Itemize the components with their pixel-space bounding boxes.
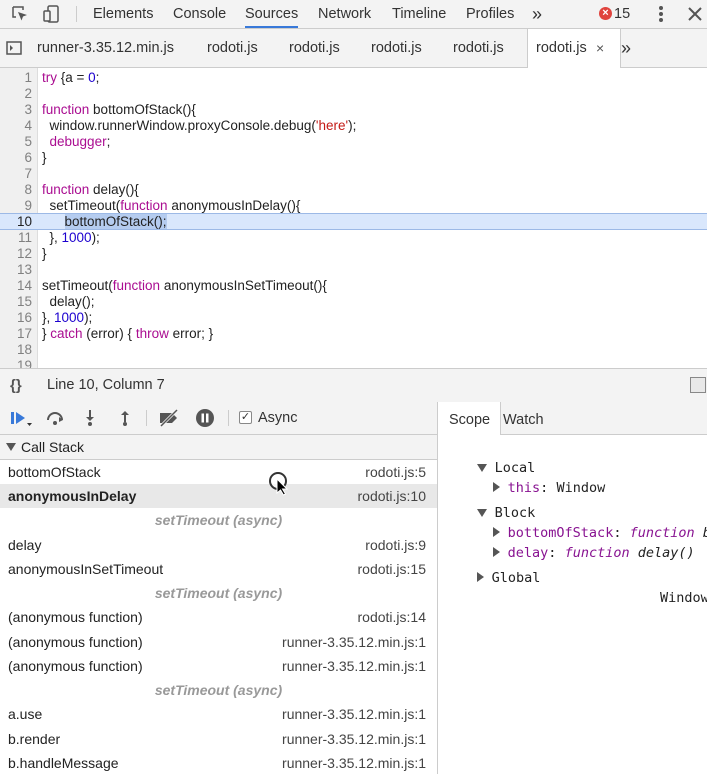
deactivate-breakpoints-icon[interactable]	[156, 402, 182, 434]
editor-status-bar: {} Line 10, Column 7	[0, 368, 707, 403]
code-line: 14 setTimeout(function anonymousInSetTime…	[16, 278, 327, 293]
property-value: Window	[556, 480, 606, 496]
code-line: 5 debugger;	[24, 134, 111, 149]
code-line: 13	[16, 262, 32, 277]
toolbar-divider	[146, 410, 147, 426]
call-frame[interactable]: (anonymous function) runner-3.35.12.min.j…	[0, 630, 437, 654]
tab-timeline[interactable]: Timeline	[392, 0, 446, 28]
resume-icon[interactable]	[8, 402, 34, 434]
scope-property-this[interactable]: this: Window	[460, 458, 605, 496]
tab-console[interactable]: Console	[173, 0, 226, 28]
debugger-toolbar: ✓ Async	[0, 402, 437, 435]
scope-block-section[interactable]: Block	[444, 483, 535, 521]
async-separator: setTimeout (async)	[154, 585, 283, 601]
code-editor[interactable]: 1 try {a = 0; 2 3 function bottomOfStack()…	[0, 68, 707, 368]
call-frame[interactable]: a.use runner-3.35.12.min.js:1	[0, 702, 437, 726]
current-execution-line: 10 bottomOfStack();	[0, 213, 707, 230]
close-tab-icon[interactable]: ×	[596, 29, 604, 67]
code-line: 6}	[24, 150, 47, 165]
tab-scope[interactable]: Scope	[438, 402, 502, 435]
error-count[interactable]: 15	[614, 0, 630, 28]
more-options-icon[interactable]	[650, 0, 672, 28]
async-separator: setTimeout (async)	[154, 512, 283, 528]
code-line: 18	[16, 342, 32, 357]
file-tab-label: rodoti.js	[536, 40, 587, 56]
tab-watch[interactable]: Watch	[503, 402, 544, 434]
call-frame-selected[interactable]: anonymousInDelay rodoti.js:10	[0, 484, 437, 508]
code-line: 2	[24, 86, 32, 101]
property-value: botto	[703, 525, 707, 541]
scope-property-delay[interactable]: delay: function delay()	[460, 523, 695, 561]
call-frame[interactable]: b.handleMessage runner-3.35.12.min.js:1	[0, 751, 437, 774]
code-line: 12}	[16, 246, 47, 261]
code-line: 1 try {a = 0;	[24, 70, 100, 85]
mouse-pointer-icon	[276, 478, 288, 496]
tab-elements[interactable]: Elements	[93, 0, 153, 28]
expand-triangle-icon	[476, 572, 484, 582]
tab-sources[interactable]: Sources	[245, 0, 299, 28]
call-frame[interactable]: anonymousInSetTimeout rodoti.js:15	[0, 557, 437, 581]
cursor-position: Line 10, Column 7	[47, 377, 165, 393]
inspect-element-icon[interactable]	[8, 0, 32, 28]
file-tabs-bar: runner-3.35.12.min.js rodoti.js rodoti.j…	[0, 29, 707, 68]
file-tab-rodoti-2[interactable]: rodoti.js	[289, 29, 340, 67]
tab-profiles[interactable]: Profiles	[466, 0, 514, 28]
debugger-sidebar: ✓ Async Call Stack bottomOfStack rodoti.j…	[0, 402, 438, 774]
file-tab-rodoti-active[interactable]: rodoti.js ×	[527, 29, 621, 68]
call-frame[interactable]: b.render runner-3.35.12.min.js:1	[0, 727, 437, 751]
scope-global-value: Window	[660, 590, 707, 606]
tab-network[interactable]: Network	[318, 0, 371, 28]
call-stack-header[interactable]: Call Stack	[0, 435, 437, 460]
close-devtools-icon[interactable]	[685, 0, 705, 28]
file-tab-rodoti-4[interactable]: rodoti.js	[453, 29, 504, 67]
call-frame[interactable]: (anonymous function) rodoti.js:14	[0, 605, 437, 629]
devtools-toolbar: Elements Console Sources Network Timelin…	[0, 0, 707, 29]
code-line: 11 }, 1000);	[17, 230, 100, 245]
step-out-icon[interactable]	[115, 402, 135, 434]
collapse-triangle-icon	[6, 443, 16, 451]
code-line: 4 window.runnerWindow.proxyConsole.debug…	[24, 118, 357, 133]
code-line: 9 setTimeout(function anonymousInDelay()…	[24, 198, 301, 213]
code-line: 7	[24, 166, 32, 181]
code-line: 16}, 1000);	[16, 310, 93, 325]
scope-panel: Scope Watch Local this: Window Block bot…	[438, 402, 707, 774]
async-label: Async	[258, 410, 298, 426]
step-over-icon[interactable]	[44, 402, 66, 434]
more-file-tabs-button[interactable]: »	[621, 29, 631, 67]
file-tab-runner[interactable]: runner-3.35.12.min.js	[37, 29, 174, 67]
file-tab-rodoti-1[interactable]: rodoti.js	[207, 29, 258, 67]
call-frame[interactable]: delay rodoti.js:9	[0, 533, 437, 557]
code-line: 19	[16, 358, 32, 368]
scope-tabs: Scope Watch	[438, 402, 707, 435]
error-icon[interactable]: ×	[599, 7, 612, 20]
pause-on-exceptions-icon[interactable]	[194, 402, 216, 434]
scope-local-section[interactable]: Local	[444, 438, 535, 476]
scope-global-label: Global	[491, 570, 541, 586]
scope-global-section[interactable]: Global Window	[444, 548, 707, 606]
call-frame[interactable]: (anonymous function) runner-3.35.12.min.j…	[0, 654, 437, 678]
code-line: 15 delay();	[16, 294, 95, 309]
code-line: 17} catch (error) { throw error; }	[16, 326, 214, 341]
file-tab-rodoti-3[interactable]: rodoti.js	[371, 29, 422, 67]
call-stack-title: Call Stack	[21, 439, 85, 455]
async-separator: setTimeout (async)	[154, 682, 283, 698]
toggle-navigator-icon[interactable]	[4, 29, 24, 67]
toolbar-divider	[228, 410, 229, 426]
code-line: 8 function delay(){	[24, 182, 139, 197]
pretty-print-button[interactable]: {}	[10, 369, 22, 402]
call-frame[interactable]: bottomOfStack rodoti.js:5	[0, 460, 437, 484]
scope-property-bottomofstack[interactable]: bottomOfStack: function botto	[460, 503, 707, 541]
toggle-debugger-sidebar-icon[interactable]	[690, 377, 706, 393]
step-into-icon[interactable]	[80, 402, 100, 434]
code-line: 3 function bottomOfStack(){	[24, 102, 196, 117]
async-checkbox[interactable]: ✓	[239, 411, 252, 424]
toolbar-divider	[76, 6, 77, 22]
more-tabs-button[interactable]: »	[532, 0, 542, 28]
device-mode-icon[interactable]	[40, 0, 64, 28]
